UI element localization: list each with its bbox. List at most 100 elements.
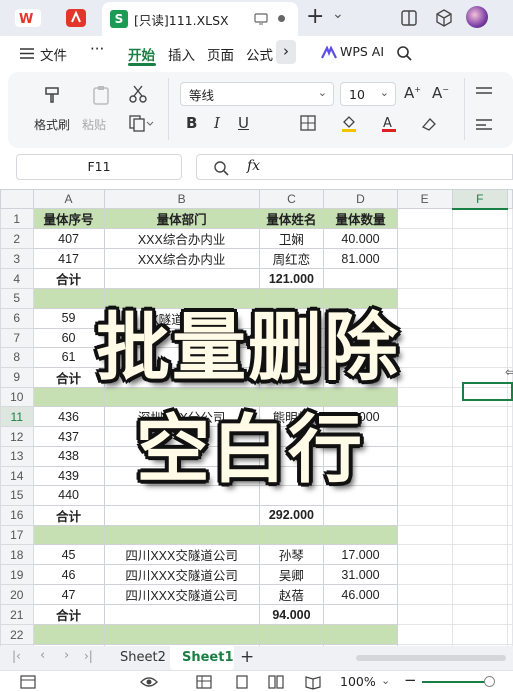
column-header-d[interactable]: D — [323, 189, 398, 209]
empty-cell[interactable] — [396, 347, 453, 368]
row-header[interactable]: 8 — [0, 347, 34, 368]
table-cell[interactable] — [103, 524, 260, 546]
last-sheet-icon[interactable]: ›| — [84, 649, 93, 663]
empty-cell[interactable] — [451, 208, 509, 229]
row-header[interactable]: 21 — [0, 604, 34, 626]
table-cell[interactable]: 量体序号 — [32, 208, 105, 229]
table-cell[interactable]: 吴卿 — [258, 564, 325, 586]
empty-cell[interactable] — [451, 485, 509, 506]
table-cell[interactable] — [323, 268, 398, 289]
formula-input[interactable]: fx — [196, 154, 513, 180]
empty-cell[interactable] — [451, 248, 509, 269]
empty-cell[interactable] — [451, 624, 509, 645]
table-cell[interactable]: XXX综合办内业 — [103, 248, 260, 269]
empty-cell[interactable] — [507, 406, 513, 428]
menu-file[interactable]: 文件 — [40, 44, 67, 64]
tab-insert[interactable]: 插入 — [168, 44, 195, 64]
prev-sheet-icon[interactable]: ‹ — [40, 648, 45, 663]
empty-cell[interactable] — [451, 406, 509, 428]
table-cell[interactable]: 量体数量 — [323, 208, 398, 229]
table-cell[interactable]: 周红恋 — [258, 248, 325, 269]
row-header[interactable]: 6 — [0, 307, 34, 329]
row-header[interactable]: 1 — [0, 208, 34, 229]
table-cell[interactable]: 合计 — [32, 504, 105, 526]
zoom-slider-handle[interactable] — [484, 676, 495, 687]
empty-cell[interactable] — [451, 426, 509, 447]
empty-cell[interactable] — [507, 544, 513, 566]
sheet-tab-sheet1[interactable]: Sheet1 — [170, 646, 234, 670]
sheet-tab-sheet2[interactable]: Sheet2 — [120, 650, 166, 665]
paste-icon[interactable] — [90, 84, 112, 106]
row-header[interactable]: 9 — [0, 366, 34, 388]
table-cell[interactable]: 量体姓名 — [258, 208, 325, 229]
table-cell[interactable]: 94.000 — [258, 604, 325, 626]
row-header[interactable]: 4 — [0, 268, 34, 289]
table-cell[interactable]: 81.000 — [323, 248, 398, 269]
table-cell[interactable] — [32, 386, 105, 408]
empty-cell[interactable] — [507, 307, 513, 329]
empty-cell[interactable] — [396, 426, 453, 447]
empty-cell[interactable] — [396, 564, 453, 586]
empty-cell[interactable] — [396, 584, 453, 606]
align-left-icon[interactable] — [476, 118, 492, 130]
empty-cell[interactable] — [451, 347, 509, 368]
empty-cell[interactable] — [396, 208, 453, 229]
table-cell[interactable] — [323, 624, 398, 645]
column-header-e[interactable]: E — [396, 189, 453, 209]
row-header[interactable]: 18 — [0, 544, 34, 566]
format-painter-icon[interactable] — [42, 84, 64, 106]
empty-cell[interactable] — [507, 327, 513, 349]
row-header[interactable]: 19 — [0, 564, 34, 586]
zoom-search-icon[interactable] — [213, 160, 229, 176]
font-name-select[interactable]: 等线 ⌄ — [180, 82, 334, 106]
empty-cell[interactable] — [451, 544, 509, 566]
empty-cell[interactable] — [507, 288, 513, 309]
zoom-level[interactable]: 100% — [340, 674, 376, 689]
table-cell[interactable]: 436 — [32, 406, 105, 428]
increase-font-icon[interactable]: A+ — [404, 84, 421, 102]
table-cell[interactable] — [32, 524, 105, 546]
font-size-select[interactable]: 10 ⌄ — [340, 82, 396, 106]
row-header[interactable]: 14 — [0, 465, 34, 487]
table-cell[interactable]: 61 — [32, 347, 105, 368]
empty-cell[interactable] — [451, 524, 509, 546]
empty-cell[interactable] — [396, 485, 453, 506]
read-mode-icon[interactable] — [304, 674, 322, 690]
table-cell[interactable] — [103, 604, 260, 626]
empty-cell[interactable] — [507, 624, 513, 645]
table-cell[interactable]: 合计 — [32, 268, 105, 289]
table-cell[interactable]: XXX综合办内业 — [103, 228, 260, 249]
empty-cell[interactable] — [451, 307, 509, 329]
empty-cell[interactable] — [451, 268, 509, 289]
empty-cell[interactable] — [451, 327, 509, 349]
table-cell[interactable]: 四川XXX交隧道公司 — [103, 544, 260, 566]
table-cell[interactable]: 46 — [32, 564, 105, 586]
table-cell[interactable] — [258, 524, 325, 546]
row-header[interactable]: 2 — [0, 228, 34, 249]
table-cell[interactable]: 31.000 — [323, 564, 398, 586]
row-header[interactable]: 20 — [0, 584, 34, 606]
table-cell[interactable]: 孙琴 — [258, 544, 325, 566]
table-cell[interactable]: 合计 — [32, 366, 105, 388]
empty-cell[interactable] — [396, 544, 453, 566]
eye-icon[interactable] — [140, 675, 158, 689]
empty-cell[interactable] — [507, 604, 513, 626]
empty-cell[interactable] — [396, 604, 453, 626]
empty-cell[interactable] — [451, 445, 509, 467]
empty-cell[interactable] — [507, 504, 513, 526]
table-cell[interactable]: 46.000 — [323, 584, 398, 606]
table-cell[interactable] — [103, 624, 260, 645]
column-header-f[interactable]: F — [451, 189, 509, 210]
table-cell[interactable]: 437 — [32, 426, 105, 447]
empty-cell[interactable] — [507, 426, 513, 447]
empty-cell[interactable] — [507, 445, 513, 467]
format-painter-label[interactable]: 格式刷 — [34, 116, 70, 133]
bold-icon[interactable]: B — [186, 114, 197, 132]
borders-icon[interactable] — [300, 115, 316, 131]
eraser-icon[interactable] — [420, 115, 438, 133]
select-all-corner[interactable] — [0, 189, 34, 209]
empty-cell[interactable] — [396, 327, 453, 349]
table-cell[interactable]: 59 — [32, 307, 105, 329]
next-sheet-icon[interactable]: › — [64, 648, 69, 663]
chevron-down-icon[interactable]: ⌄ — [332, 6, 344, 22]
